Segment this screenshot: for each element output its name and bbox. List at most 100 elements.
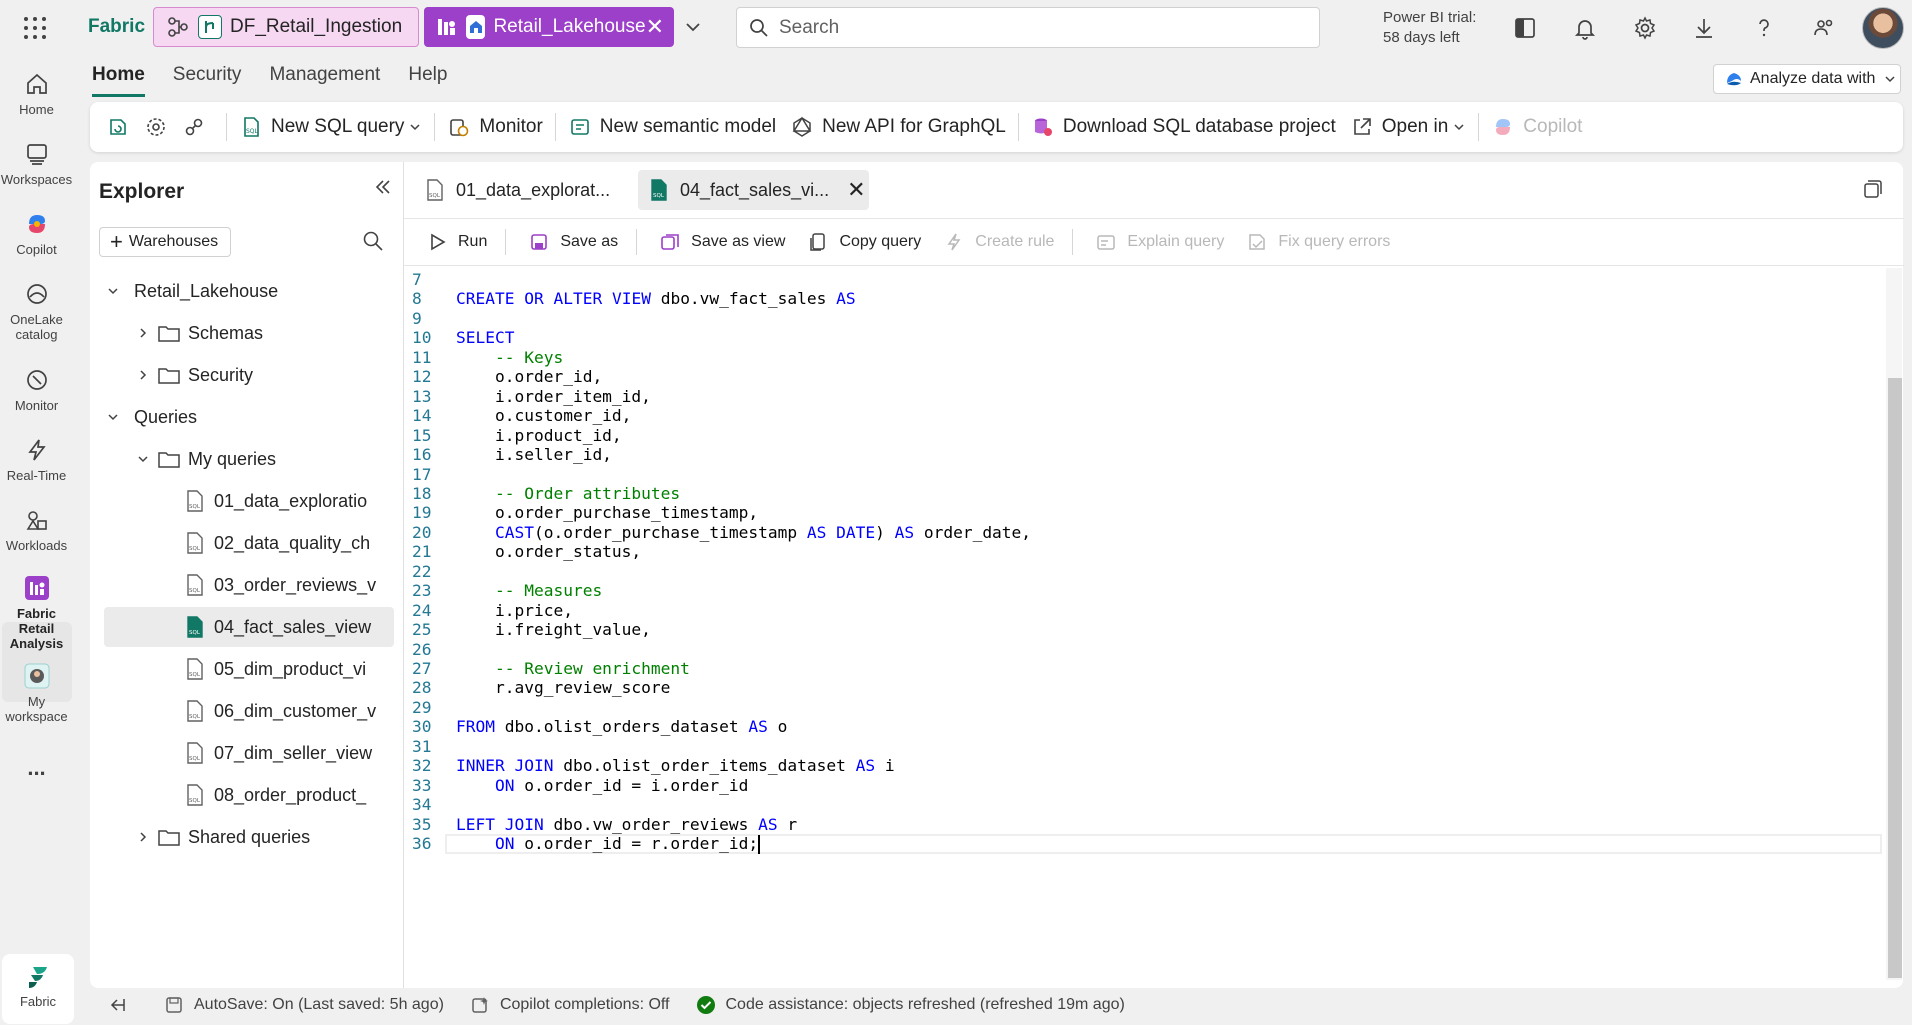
tree-item-queries[interactable]: Queries	[104, 397, 394, 437]
rail-onelake-catalog[interactable]: OneLake catalog	[0, 280, 73, 342]
code-line[interactable]: 32 INNER JOIN dbo.olist_order_items_datas…	[404, 756, 1882, 776]
settings-button[interactable]	[144, 115, 176, 139]
tab-help[interactable]: Help	[408, 64, 447, 97]
help-icon[interactable]	[1750, 14, 1778, 42]
app-launcher-icon[interactable]	[24, 17, 46, 39]
collapse-panel-icon[interactable]	[372, 176, 396, 200]
code-line[interactable]: 10 SELECT	[404, 328, 1882, 348]
code-line[interactable]: 23 -- Measures	[404, 581, 1882, 601]
rail-real-time[interactable]: Real-Time	[0, 436, 73, 483]
code-line[interactable]: 25 i.freight_value,	[404, 620, 1882, 640]
more-icon[interactable]: ...	[0, 757, 73, 779]
code-line[interactable]: 35 LEFT JOIN dbo.vw_order_reviews AS r	[404, 815, 1882, 835]
copilot-button[interactable]: Copilot	[1491, 115, 1582, 139]
run-button[interactable]: Run	[426, 231, 487, 253]
lakehouse-tab[interactable]: Retail_Lakehouse ✕	[424, 7, 674, 47]
code-line[interactable]: 27 -- Review enrichment	[404, 659, 1882, 679]
new-sql-query-button[interactable]: SQL New SQL query	[239, 115, 422, 139]
rail-fabric-retail-analysis[interactable]: Fabric Retail Analysis	[0, 574, 73, 651]
search-input[interactable]	[779, 16, 1299, 39]
new-api-graphql-button[interactable]: New API for GraphQL	[790, 115, 1006, 139]
code-line[interactable]: 11 -- Keys	[404, 348, 1882, 368]
code-line[interactable]: 12 o.order_id,	[404, 367, 1882, 387]
code-line[interactable]: 9	[404, 309, 1882, 329]
copy-query-button[interactable]: Copy query	[807, 231, 921, 253]
code-line[interactable]: 19 o.order_purchase_timestamp,	[404, 503, 1882, 523]
code-line[interactable]: 30 FROM dbo.olist_orders_dataset AS o	[404, 717, 1882, 737]
tab-management[interactable]: Management	[269, 64, 380, 97]
query-file-04-selected[interactable]: SQL 04_fact_sales_view	[104, 607, 394, 647]
code-line[interactable]: 17	[404, 465, 1882, 485]
code-line[interactable]: 28 r.avg_review_score	[404, 678, 1882, 698]
tree-item-lakehouse[interactable]: Retail_Lakehouse	[104, 271, 394, 311]
brand-name[interactable]: Fabric	[88, 16, 145, 38]
rail-fabric-switcher[interactable]: Fabric	[2, 954, 74, 1024]
code-editor[interactable]: 7 8 CREATE OR ALTER VIEW dbo.vw_fact_sales…	[404, 268, 1882, 980]
monitor-button[interactable]: Monitor	[447, 115, 543, 139]
code-line[interactable]: 24 i.price,	[404, 601, 1882, 621]
tree-item-shared-queries[interactable]: Shared queries	[104, 817, 394, 857]
panel-toggle-icon[interactable]	[1511, 14, 1539, 42]
rail-workloads[interactable]: Workloads	[0, 506, 73, 553]
code-line[interactable]: 36 ON o.order_id = r.order_id;	[404, 834, 1882, 855]
close-tab-icon[interactable]: ✕	[847, 179, 865, 201]
new-semantic-model-button[interactable]: New semantic model	[568, 115, 776, 139]
rail-my-workspace[interactable]: My workspace	[0, 662, 73, 724]
avatar[interactable]	[1862, 7, 1904, 49]
rail-home[interactable]: Home	[0, 70, 73, 117]
editor-tab-04-active[interactable]: SQL 04_fact_sales_vi... ✕	[638, 170, 869, 210]
search-box[interactable]	[736, 7, 1320, 48]
tab-home[interactable]: Home	[92, 64, 145, 97]
search-icon[interactable]	[362, 230, 386, 254]
code-line[interactable]: 21 o.order_status,	[404, 542, 1882, 562]
code-line[interactable]: 20 CAST(o.order_purchase_timestamp AS DA…	[404, 523, 1882, 543]
toggle-panel-button[interactable]	[108, 995, 138, 1015]
code-line[interactable]: 34	[404, 795, 1882, 815]
tree-item-security[interactable]: Security	[104, 355, 394, 395]
copilot-completions-status[interactable]: Copilot completions: Off	[470, 995, 670, 1015]
create-rule-button[interactable]: Create rule	[943, 231, 1054, 253]
download-sql-project-button[interactable]: Download SQL database project	[1031, 115, 1336, 139]
connection-button[interactable]	[182, 115, 214, 139]
tree-item-schemas[interactable]: Schemas	[104, 313, 394, 353]
scrollbar-thumb[interactable]	[1888, 378, 1902, 978]
close-tab-icon[interactable]: ✕	[646, 16, 664, 38]
query-file-01[interactable]: SQL 01_data_exploratio	[104, 481, 394, 521]
tab-security[interactable]: Security	[173, 64, 242, 97]
pipeline-tab[interactable]: DF_Retail_Ingestion	[153, 7, 419, 47]
code-line[interactable]: 7	[404, 270, 1882, 290]
chevron-down-icon[interactable]	[682, 16, 704, 38]
rail-workspaces[interactable]: Workspaces	[0, 140, 73, 187]
download-icon[interactable]	[1690, 14, 1718, 42]
rail-monitor[interactable]: Monitor	[0, 366, 73, 413]
rail-copilot[interactable]: Copilot	[0, 210, 73, 257]
restore-window-icon[interactable]	[1862, 178, 1886, 202]
query-file-07[interactable]: SQL 07_dim_seller_view	[104, 733, 394, 773]
query-file-08[interactable]: SQL 08_order_product_	[104, 775, 394, 815]
code-line[interactable]: 31	[404, 737, 1882, 757]
tree-item-my-queries[interactable]: My queries	[104, 439, 394, 479]
code-line[interactable]: 22	[404, 562, 1882, 582]
code-line[interactable]: 15 i.product_id,	[404, 426, 1882, 446]
code-line[interactable]: 26	[404, 640, 1882, 660]
share-people-icon[interactable]	[1810, 14, 1838, 42]
query-file-03[interactable]: SQL 03_order_reviews_v	[104, 565, 394, 605]
gear-icon[interactable]	[1631, 14, 1659, 42]
code-line[interactable]: 18 -- Order attributes	[404, 484, 1882, 504]
refresh-sql-button[interactable]	[106, 115, 138, 139]
code-line[interactable]: 29	[404, 698, 1882, 718]
save-as-view-button[interactable]: Save as view	[659, 231, 785, 253]
analyze-data-with-button[interactable]: Analyze data with	[1713, 64, 1901, 94]
add-warehouses-button[interactable]: + Warehouses	[99, 227, 231, 257]
query-file-06[interactable]: SQL 06_dim_customer_v	[104, 691, 394, 731]
query-file-02[interactable]: SQL 02_data_quality_ch	[104, 523, 394, 563]
editor-tab-01[interactable]: SQL 01_data_explorat...	[414, 170, 614, 210]
fix-query-errors-button[interactable]: Fix query errors	[1246, 231, 1390, 253]
query-file-05[interactable]: SQL 05_dim_product_vi	[104, 649, 394, 689]
code-line[interactable]: 14 o.customer_id,	[404, 406, 1882, 426]
code-line[interactable]: 13 i.order_item_id,	[404, 387, 1882, 407]
save-as-button[interactable]: Save as	[528, 231, 618, 253]
code-line[interactable]: 16 i.seller_id,	[404, 445, 1882, 465]
trial-status[interactable]: Power BI trial: 58 days left	[1383, 8, 1476, 48]
open-in-button[interactable]: Open in	[1350, 115, 1467, 139]
